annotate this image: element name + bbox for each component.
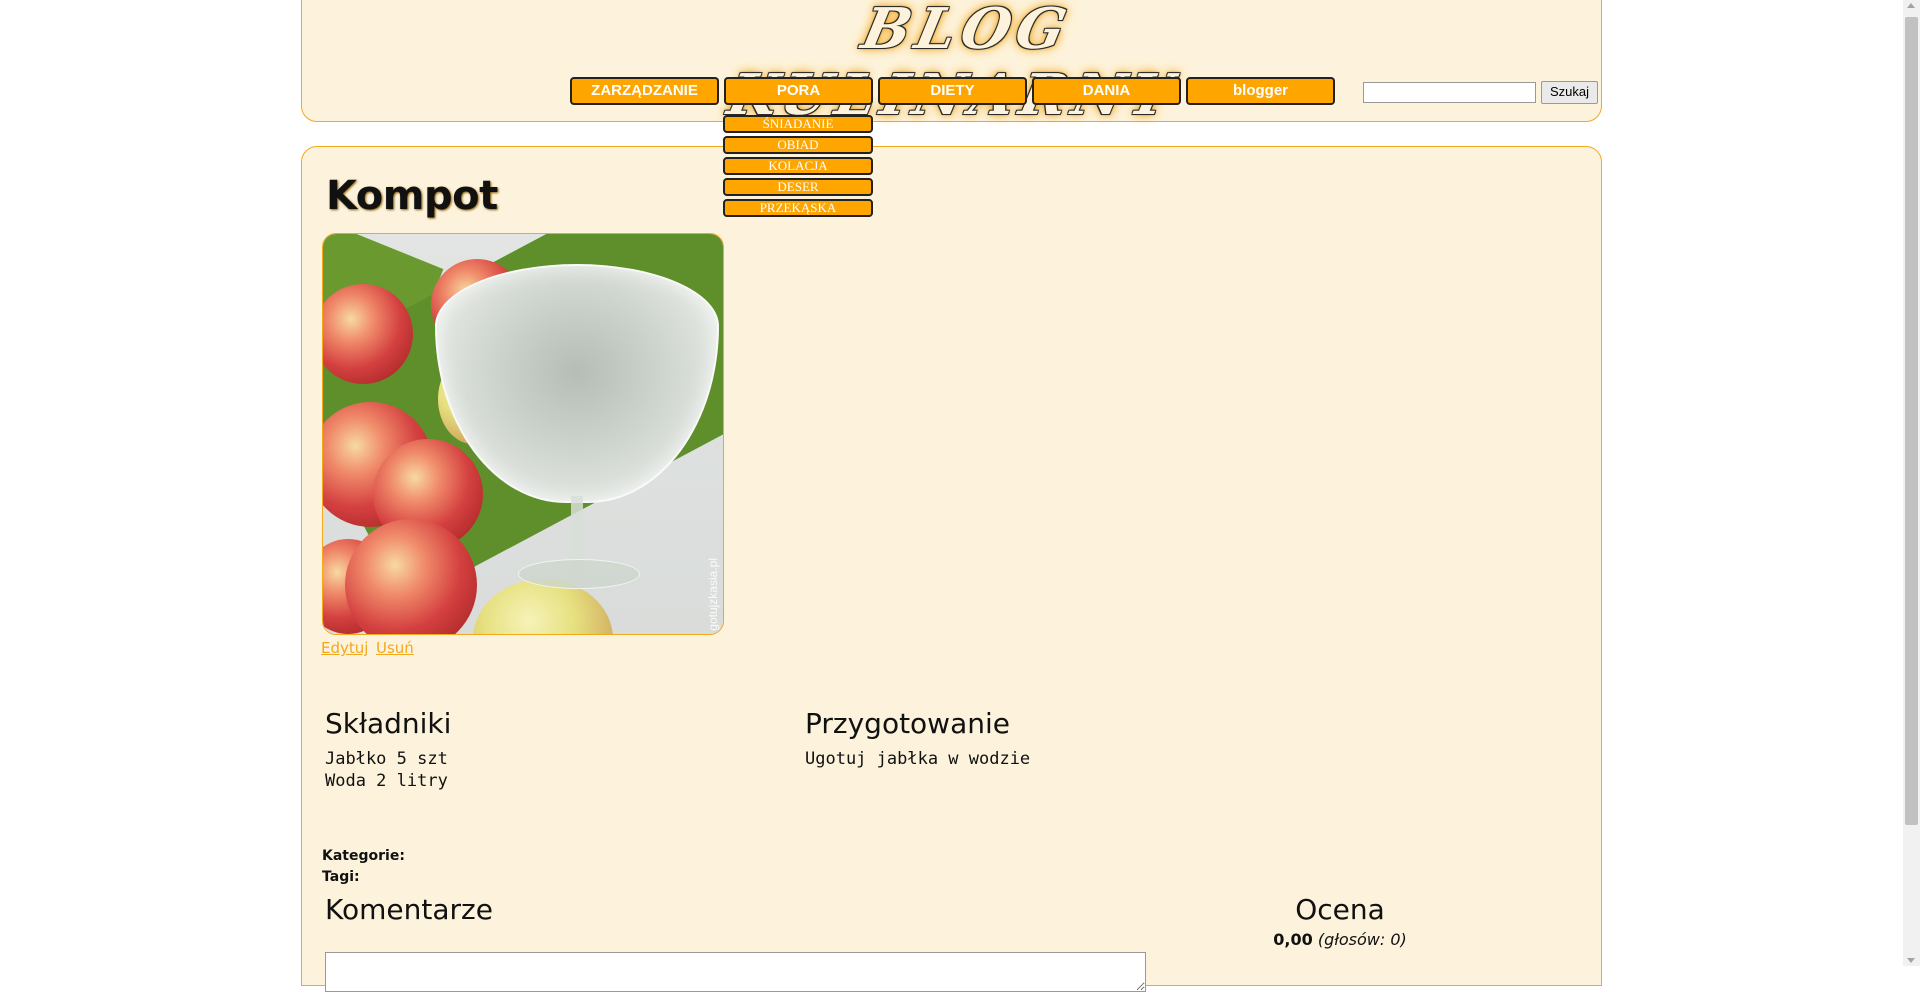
preparation-text: Ugotuj jabłka w wodzie xyxy=(805,749,1031,769)
search-input[interactable] xyxy=(1363,82,1536,103)
tags-label: Tagi: xyxy=(322,869,360,885)
photo-watermark: gotujzkasia.pl xyxy=(706,558,720,631)
rating-summary: 0,00 (głosów: 0) xyxy=(1180,930,1500,949)
edit-link[interactable]: Edytuj xyxy=(321,639,368,657)
categories-label: Kategorie: xyxy=(322,848,405,864)
nav-blogger[interactable]: blogger xyxy=(1186,77,1335,105)
search-button[interactable]: Szukaj xyxy=(1541,81,1598,104)
comments-heading: Komentarze xyxy=(325,893,493,926)
nav-dania[interactable]: DANIA xyxy=(1032,77,1181,105)
rating-heading: Ocena xyxy=(1295,893,1385,926)
ingredient-item: Woda 2 litry xyxy=(325,771,448,791)
submenu-kolacja[interactable]: KOLACJA xyxy=(723,157,873,175)
nav-zarzadzanie[interactable]: ZARZĄDZANIE xyxy=(570,77,719,105)
nav-diety[interactable]: DIETY xyxy=(878,77,1027,105)
scrollbar[interactable] xyxy=(1903,0,1920,966)
ingredients-heading: Składniki xyxy=(325,707,452,740)
submenu-deser[interactable]: DESER xyxy=(723,178,873,196)
recipe-title: Kompot xyxy=(326,173,498,219)
scroll-down-icon[interactable] xyxy=(1907,958,1915,963)
rating-value: 0,00 xyxy=(1273,930,1313,949)
submenu-przekaska[interactable]: PRZEKĄSKA xyxy=(723,199,873,217)
comment-input[interactable] xyxy=(325,952,1146,992)
rating-votes: (głosów: 0) xyxy=(1317,930,1407,949)
preparation-heading: Przygotowanie xyxy=(805,707,1010,740)
nav-pora[interactable]: PORA xyxy=(724,77,873,105)
scrollbar-thumb[interactable] xyxy=(1905,17,1918,825)
recipe-photo: gotujzkasia.pl xyxy=(322,233,724,635)
delete-link[interactable]: Usuń xyxy=(376,639,414,657)
submenu-sniadanie[interactable]: ŚNIADANIE xyxy=(723,115,873,133)
scroll-up-icon[interactable] xyxy=(1907,3,1915,8)
ingredient-item: Jabłko 5 szt xyxy=(325,749,448,769)
submenu-obiad[interactable]: OBIAD xyxy=(723,136,873,154)
site-logo[interactable]: BLOG KULINARNY xyxy=(646,0,1274,128)
